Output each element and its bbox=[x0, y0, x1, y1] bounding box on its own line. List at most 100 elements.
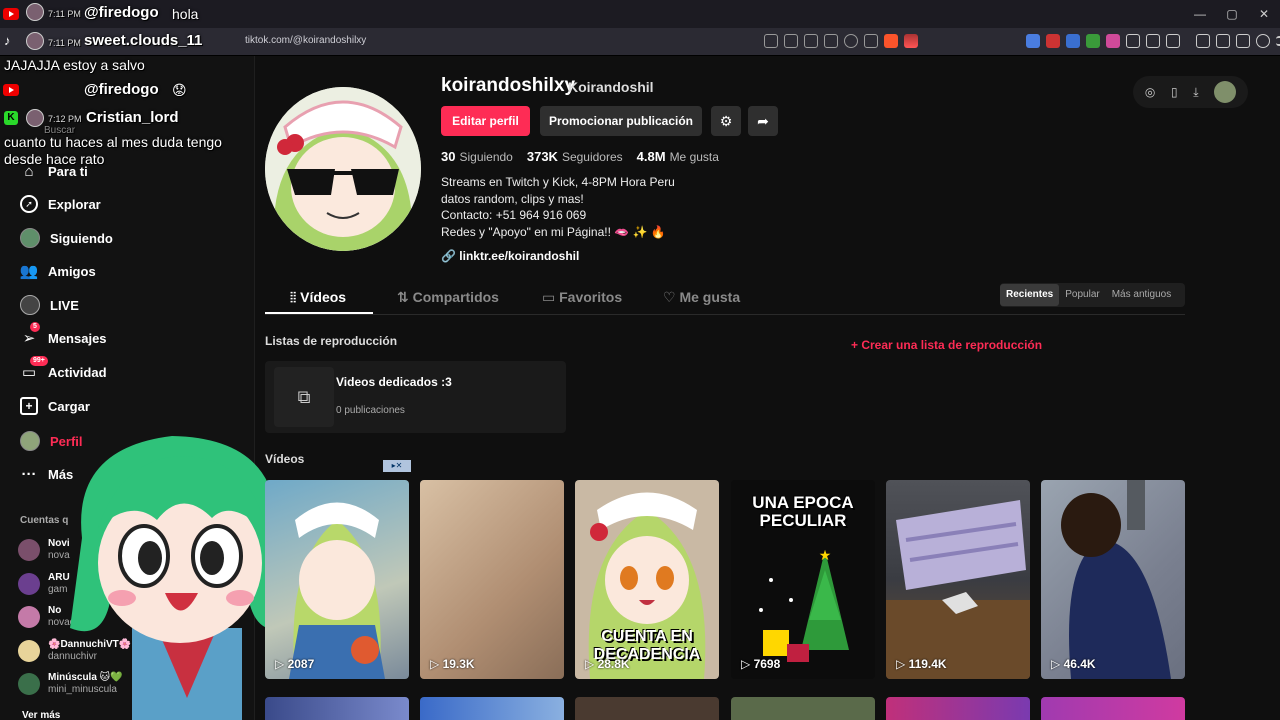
playlist-card[interactable]: ⧉ Videos dedicados :3 0 publicaciones bbox=[265, 361, 566, 433]
ext-pink-icon[interactable] bbox=[1106, 34, 1120, 48]
vtuber-overlay-image bbox=[70, 436, 287, 720]
profile-avatar bbox=[20, 431, 40, 451]
stat-followers[interactable]: 373K Seguidores bbox=[527, 149, 623, 164]
minimize-button[interactable]: — bbox=[1184, 0, 1216, 28]
ext-white-icon[interactable] bbox=[1126, 34, 1140, 48]
coins-icon[interactable]: ◎ bbox=[1145, 85, 1155, 99]
zoom-icon[interactable] bbox=[844, 34, 858, 48]
tab-videos[interactable]: ⦙⦙ Vídeos bbox=[290, 289, 346, 306]
account-avatar bbox=[18, 606, 40, 628]
chat-username: @firedogo bbox=[84, 4, 159, 21]
worried-emoji-icon: 😟 bbox=[172, 82, 187, 98]
share-icon[interactable] bbox=[864, 34, 878, 48]
video-thumbnail[interactable] bbox=[1041, 697, 1185, 720]
bio-line: datos random, clips y mas! bbox=[441, 191, 584, 206]
rewards-icon[interactable] bbox=[904, 34, 918, 48]
sidebar-item-live[interactable]: LIVE bbox=[20, 295, 79, 315]
video-thumbnail[interactable] bbox=[731, 697, 875, 720]
stat-value: 373K bbox=[526, 149, 558, 164]
activity-icon: ▭ 99+ bbox=[20, 356, 48, 381]
video-thumbnail[interactable] bbox=[886, 697, 1030, 720]
account-avatar bbox=[18, 640, 40, 662]
see-more-link[interactable]: Ver más bbox=[22, 710, 60, 720]
maximize-button[interactable]: ▢ bbox=[1216, 0, 1248, 28]
videos-heading: Vídeos bbox=[265, 452, 305, 466]
reader-icon[interactable] bbox=[804, 34, 818, 48]
chat-message: hola bbox=[172, 6, 199, 22]
bio-line: Redes y "Apoyo" en mi Página!! 🫦 ✨ 🔥 bbox=[441, 224, 666, 239]
tracking-icon[interactable] bbox=[764, 34, 778, 48]
sidebar-toggle-icon[interactable] bbox=[1196, 34, 1210, 48]
share-profile-icon[interactable]: ➦ bbox=[748, 106, 778, 136]
leo-icon[interactable] bbox=[1236, 34, 1250, 48]
ext-audio-icon[interactable] bbox=[1066, 34, 1080, 48]
ext-red-icon[interactable] bbox=[1046, 34, 1060, 48]
vpn-icon[interactable] bbox=[1256, 34, 1270, 48]
video-thumbnail[interactable] bbox=[265, 697, 409, 720]
stat-label: Siguiendo bbox=[459, 150, 513, 164]
ext-green-icon[interactable] bbox=[1086, 34, 1100, 48]
url-action-icons bbox=[764, 34, 918, 48]
url-text[interactable]: tiktok.com/@koirandoshilxy bbox=[245, 35, 366, 46]
stat-label: Me gusta bbox=[669, 150, 719, 164]
sidebar-item-label: Mensajes bbox=[48, 330, 107, 346]
sort-antiguos[interactable]: Más antiguos bbox=[1106, 284, 1177, 306]
profile-link-text[interactable]: linktr.ee/koirandoshil bbox=[459, 249, 579, 263]
sidebar-item-siguiendo[interactable]: Siguiendo bbox=[20, 228, 113, 248]
ext-translate-icon[interactable] bbox=[1026, 34, 1040, 48]
sidebar-item-amigos[interactable]: 👥 Amigos bbox=[20, 262, 96, 280]
user-avatar[interactable] bbox=[1214, 81, 1237, 103]
wallet-icon[interactable] bbox=[1216, 34, 1230, 48]
video-thumbnail[interactable]: ▷ 19.3K bbox=[420, 480, 564, 679]
sidebar-item-actividad[interactable]: ▭ 99+ Actividad bbox=[20, 356, 107, 381]
edit-profile-button[interactable]: Editar perfil bbox=[441, 106, 530, 136]
sidebar-item-explorar[interactable]: ➚ Explorar bbox=[20, 195, 101, 213]
tab-label: Favoritos bbox=[559, 289, 623, 305]
youtube-icon bbox=[3, 84, 19, 96]
sidebar-item-cargar[interactable]: + Cargar bbox=[20, 397, 90, 415]
video-thumbnail[interactable]: ▷ 46.4K bbox=[1041, 480, 1185, 679]
youtube-icon bbox=[3, 8, 19, 20]
sidebar-item-mensajes[interactable]: ➢ 5 Mensajes bbox=[20, 322, 107, 347]
brave-shield-icon[interactable] bbox=[884, 34, 898, 48]
promote-post-button[interactable]: Promocionar publicación bbox=[540, 106, 702, 136]
video-thumbnail[interactable] bbox=[575, 697, 719, 720]
extensions-icon[interactable] bbox=[1146, 34, 1160, 48]
video-thumbnail[interactable]: ★ UNA EPOCA PECULIAR ▷ 7698 bbox=[731, 480, 875, 679]
repost-icon: ⇅ bbox=[397, 289, 409, 305]
link-icon: 🔗 bbox=[441, 249, 456, 263]
views-count: 46.4K bbox=[1063, 657, 1096, 671]
bio-line: Contacto: +51 964 916 069 bbox=[441, 208, 587, 222]
stat-label: Seguidores bbox=[561, 150, 623, 164]
video-thumbnail[interactable]: ▷ 119.4K bbox=[886, 480, 1030, 679]
extension-icons bbox=[1026, 34, 1280, 48]
mobile-app-icon[interactable]: ▯ bbox=[1171, 85, 1178, 99]
video-thumbnail[interactable]: CUENTA EN DECADENCIA ▷ 28.8K bbox=[575, 480, 719, 679]
video-views: ▷ 119.4K bbox=[896, 657, 947, 671]
live-icon bbox=[20, 295, 40, 315]
sort-popular[interactable]: Popular bbox=[1059, 284, 1105, 306]
media-icon[interactable] bbox=[1166, 34, 1180, 48]
tiktok-icon: ♪ bbox=[4, 33, 11, 48]
thumbnail-art bbox=[1061, 480, 1171, 679]
video-thumbnail[interactable] bbox=[420, 697, 564, 720]
tab-compartidos[interactable]: ⇅ Compartidos bbox=[397, 289, 499, 306]
stat-following[interactable]: 30 Siguiendo bbox=[441, 149, 513, 164]
profile-link[interactable]: 🔗 linktr.ee/koirandoshil bbox=[441, 249, 579, 263]
create-playlist-button[interactable]: + Crear una lista de reproducción bbox=[851, 338, 1042, 352]
translate-icon[interactable] bbox=[824, 34, 838, 48]
settings-gear-icon[interactable]: ⚙ bbox=[711, 106, 741, 136]
tab-me-gusta[interactable]: ♡ Me gusta bbox=[663, 289, 740, 306]
tab-label: Me gusta bbox=[679, 289, 741, 305]
download-icon[interactable]: ⤓ bbox=[1193, 85, 1198, 100]
playlist-title: Videos dedicados :3 bbox=[336, 375, 452, 389]
profile-avatar-large[interactable] bbox=[265, 87, 421, 251]
mute-icon[interactable] bbox=[784, 34, 798, 48]
close-window-button[interactable]: ✕ bbox=[1248, 0, 1280, 28]
ad-choices-icon[interactable]: ▸✕ bbox=[383, 460, 411, 472]
tab-favoritos[interactable]: ▭ Favoritos bbox=[542, 289, 622, 306]
menu-icon[interactable] bbox=[1276, 36, 1280, 46]
sort-recientes[interactable]: Recientes bbox=[1000, 284, 1060, 306]
video-thumbnail[interactable]: ▷ 2087 bbox=[265, 480, 409, 679]
chat-message: cuanto tu haces al mes duda tengo desde … bbox=[4, 134, 222, 167]
